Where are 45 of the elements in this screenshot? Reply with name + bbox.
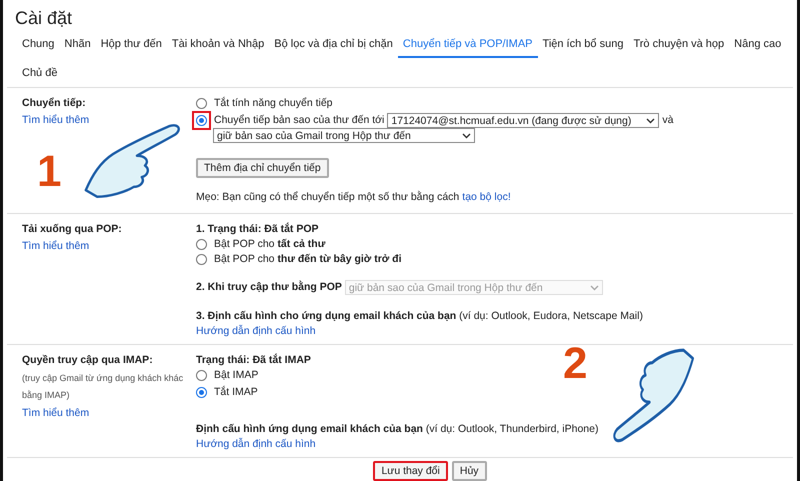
step-number: 2	[563, 342, 588, 386]
section-heading: Quyền truy cập qua IMAP:	[22, 353, 153, 368]
pop-access-label: 2. Khi truy cập thư bằng POP	[196, 280, 342, 295]
add-forwarding-address-button[interactable]: Thêm địa chỉ chuyển tiếp	[196, 158, 329, 178]
conjunction-text: và	[662, 113, 674, 128]
create-filter-link[interactable]: tạo bộ lọc!	[462, 190, 511, 205]
settings-tab[interactable]: Tiện ích bổ sung	[538, 31, 628, 58]
option-label: Bật POP cho thư đến từ bây giờ trở đi	[214, 252, 402, 267]
settings-tab[interactable]: Trò chuyện và họp	[628, 31, 730, 58]
caret-icon	[590, 284, 599, 290]
learn-more-link[interactable]: Tìm hiểu thêm	[22, 239, 90, 254]
configure-text: Định cấu hình ứng dụng email khách của bạn (ví dụ: Outlook, Thunderbird, iPhone)	[196, 422, 598, 437]
learn-more-link[interactable]: Tìm hiểu thêm	[22, 406, 90, 421]
configure-text: 3. Định cấu hình cho ứng dụng email khách của bạn (ví dụ: Outlook, Eudora, Netscape Mail)	[196, 309, 643, 324]
configuration-guide-link[interactable]: Hướng dẫn định cấu hình	[196, 437, 316, 452]
section-heading: Chuyển tiếp:	[22, 96, 86, 111]
tip-text: Mẹo: Bạn cũng có thể chuyển tiếp một số thư bằng cách	[196, 190, 460, 205]
option-label: Chuyển tiếp bản sao của thư đến tới	[214, 113, 384, 128]
page-title: Cài đặt	[14, 7, 74, 30]
option-label: Tắt IMAP	[214, 385, 258, 400]
settings-tab[interactable]: Bộ lọc và địa chỉ bị chặn	[269, 31, 398, 58]
option-label: Tắt tính năng chuyển tiếp	[214, 96, 332, 111]
action-select[interactable]: giữ bản sao của Gmail trong Hộp thư đến	[213, 128, 475, 143]
step-number: 1	[37, 150, 62, 194]
settings-tab[interactable]: Chung	[17, 31, 60, 58]
save-changes-button[interactable]: Lưu thay đổi	[373, 461, 448, 481]
caret-icon	[646, 118, 656, 124]
radio-button[interactable]	[192, 111, 211, 130]
pop-status: 1. Trạng thái: Đã tắt POP	[196, 222, 319, 237]
section-heading: Tải xuống qua POP:	[22, 222, 122, 237]
cancel-button[interactable]: Hủy	[452, 461, 487, 481]
settings-tab[interactable]: Hộp thư đến	[96, 31, 167, 58]
settings-tab[interactable]: Nâng cao	[729, 31, 786, 58]
configuration-guide-link[interactable]: Hướng dẫn định cấu hình	[196, 324, 316, 339]
settings-tab[interactable]: Nhãn	[59, 31, 96, 58]
address-select[interactable]: 17124074@st.hcmuaf.edu.vn (đang được sử dụng)	[387, 113, 660, 128]
settings-tab[interactable]: Chủ đề	[17, 60, 62, 87]
settings-tab[interactable]: Tài khoản và Nhập	[166, 31, 270, 58]
option-label: Bật POP cho tất cả thư	[214, 237, 326, 252]
imap-status: Trạng thái: Đã tắt IMAP	[196, 353, 311, 368]
caret-icon	[462, 132, 471, 138]
imap-note: (truy cập Gmail từ ứng dụng khách khác bằng IMAP)	[22, 372, 184, 402]
learn-more-link[interactable]: Tìm hiểu thêm	[22, 113, 90, 128]
settings-tab[interactable]: Chuyển tiếp và POP/IMAP	[398, 31, 538, 58]
option-label: Bật IMAP	[214, 368, 258, 383]
